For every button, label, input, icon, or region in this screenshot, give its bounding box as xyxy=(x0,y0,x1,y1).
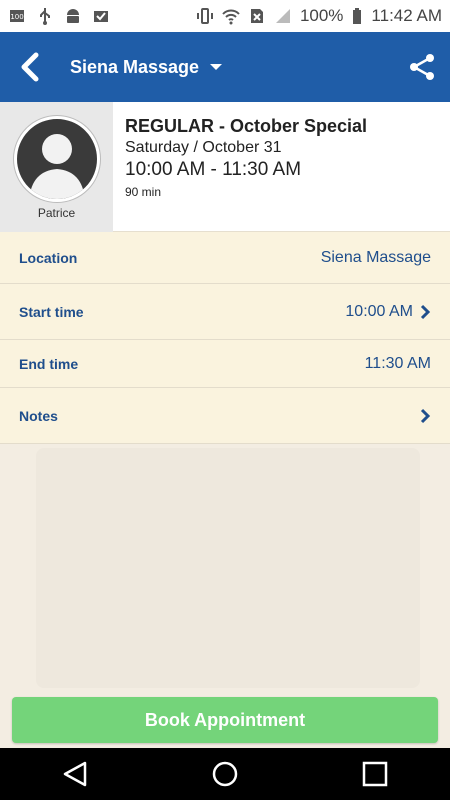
back-button[interactable] xyxy=(0,32,60,102)
blurred-background-image xyxy=(36,448,420,688)
appointment-date: Saturday / October 31 xyxy=(125,139,282,156)
navigation-bar xyxy=(0,748,450,800)
circle-home-icon xyxy=(212,761,238,787)
caret-down-icon xyxy=(210,64,223,70)
battery-percent: 100% xyxy=(299,6,344,25)
android-icon xyxy=(67,9,79,23)
end-time-label: End time xyxy=(19,355,79,372)
wifi-icon xyxy=(222,9,240,25)
check-mail-icon xyxy=(94,11,108,22)
chevron-right-icon xyxy=(420,408,431,423)
person-silhouette-icon xyxy=(28,134,85,199)
start-time-label: Start time xyxy=(19,303,84,320)
share-button[interactable] xyxy=(394,32,450,102)
start-time-value-wrap: 10:00 AM xyxy=(345,303,431,321)
square-recents-icon xyxy=(362,761,388,787)
usb-icon xyxy=(40,8,50,25)
triangle-back-icon xyxy=(63,761,87,787)
notification-icons: 100 xyxy=(8,7,110,25)
home-nav-button[interactable] xyxy=(195,748,255,800)
notes-label: Notes xyxy=(19,407,58,424)
end-time-row: End time 11:30 AM xyxy=(0,340,450,388)
status-bar: 100 100% 11:42 AM xyxy=(0,0,450,32)
location-row: Location Siena Massage xyxy=(0,232,450,284)
provider: Patrice xyxy=(0,102,113,232)
share-icon xyxy=(410,54,434,80)
appointment-title: REGULAR - October Special xyxy=(125,116,368,136)
location-selector[interactable]: Siena Massage xyxy=(70,57,223,78)
appointment-time: 10:00 AM - 11:30 AM xyxy=(125,159,302,180)
appointment-details: Location Siena Massage Start time 10:00 … xyxy=(0,232,450,444)
app-bar: Siena Massage xyxy=(0,32,450,102)
notes-chevron-wrap xyxy=(419,408,431,424)
start-time-value: 10:00 AM xyxy=(345,302,413,320)
end-time-value: 11:30 AM xyxy=(364,354,431,372)
chevron-right-icon xyxy=(420,304,431,319)
vibrate-icon xyxy=(196,8,213,24)
system-status: 100% 11:42 AM xyxy=(196,6,442,26)
start-time-row[interactable]: Start time 10:00 AM xyxy=(0,284,450,340)
appointment-info: REGULAR - October Special Saturday / Oct… xyxy=(113,102,367,231)
appointment-header: Patrice REGULAR - October Special Saturd… xyxy=(0,102,450,232)
signal-icon xyxy=(275,9,290,23)
recents-nav-button[interactable] xyxy=(345,748,405,800)
location-label: Location xyxy=(19,249,78,266)
battery-icon xyxy=(353,8,362,24)
location-value: Siena Massage xyxy=(320,248,431,266)
svg-text:100: 100 xyxy=(10,13,23,21)
avatar xyxy=(13,116,100,202)
notes-row[interactable]: Notes xyxy=(0,388,450,444)
notification-100-icon: 100 xyxy=(10,10,24,22)
appointment-duration: 90 min xyxy=(125,185,162,199)
clock: 11:42 AM xyxy=(371,6,442,25)
chevron-left-icon xyxy=(21,52,39,82)
back-nav-button[interactable] xyxy=(45,748,105,800)
provider-name: Patrice xyxy=(37,206,76,220)
book-appointment-button[interactable]: Book Appointment xyxy=(12,697,438,743)
app-title: Siena Massage xyxy=(70,56,200,77)
no-sim-icon xyxy=(250,9,263,23)
